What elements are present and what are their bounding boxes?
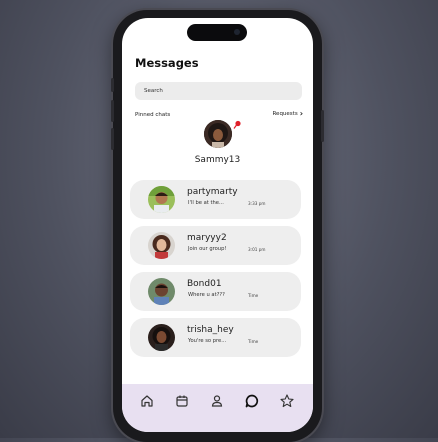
avatar	[148, 324, 175, 351]
page-title: Messages	[135, 56, 199, 70]
star-icon[interactable]	[279, 393, 295, 409]
calendar-icon[interactable]	[174, 393, 190, 409]
chat-icon[interactable]	[244, 393, 260, 409]
search-input[interactable]: Search	[135, 82, 302, 100]
pin-icon	[232, 115, 242, 129]
phone-side-button	[111, 128, 114, 150]
chat-name: trisha_hey	[187, 325, 234, 335]
chevron-right-icon: ›	[299, 109, 303, 118]
chat-item-trisha-hey[interactable]: trisha_hey You're so pre... Time	[130, 318, 301, 357]
avatar	[148, 278, 175, 305]
chat-preview: I'll be at the...	[188, 200, 224, 206]
pinned-contact-name: Sammy13	[194, 155, 241, 165]
requests-label: Requests	[272, 111, 298, 117]
chat-name: Bond01	[187, 279, 222, 289]
chat-item-maryyy2[interactable]: maryyy2 Join our group! 3:01 pm	[130, 226, 301, 265]
avatar	[148, 186, 175, 213]
chat-time: 3:01 pm	[248, 247, 266, 252]
bottom-tab-bar	[122, 384, 313, 432]
app-screen: Messages Search Pinned chats Requests › …	[122, 18, 313, 432]
dynamic-island	[187, 24, 247, 41]
chat-name: maryyy2	[187, 233, 227, 243]
home-icon[interactable]	[139, 393, 155, 409]
search-placeholder: Search	[144, 88, 163, 94]
chat-item-partymarty[interactable]: partymarty I'll be at the... 3:33 pm	[130, 180, 301, 219]
pinned-chats-label: Pinned chats	[135, 112, 171, 118]
chat-item-bond01[interactable]: Bond01 Where u at??? Time	[130, 272, 301, 311]
chat-time: 3:33 pm	[248, 201, 266, 206]
phone-side-button	[111, 78, 114, 92]
camera-lens	[234, 29, 240, 35]
chat-name: partymarty	[187, 187, 238, 197]
profile-icon[interactable]	[209, 393, 225, 409]
phone-side-button	[111, 100, 114, 122]
chat-preview: Where u at???	[188, 292, 225, 298]
chat-time: Time	[248, 339, 259, 344]
chat-preview: You're so pre...	[188, 338, 227, 344]
chat-time: Time	[248, 293, 259, 298]
requests-link[interactable]: Requests ›	[272, 110, 303, 118]
phone-side-button	[321, 110, 324, 142]
chat-preview: Join our group!	[188, 246, 227, 252]
avatar	[148, 232, 175, 259]
pinned-contact-avatar[interactable]	[204, 120, 232, 148]
